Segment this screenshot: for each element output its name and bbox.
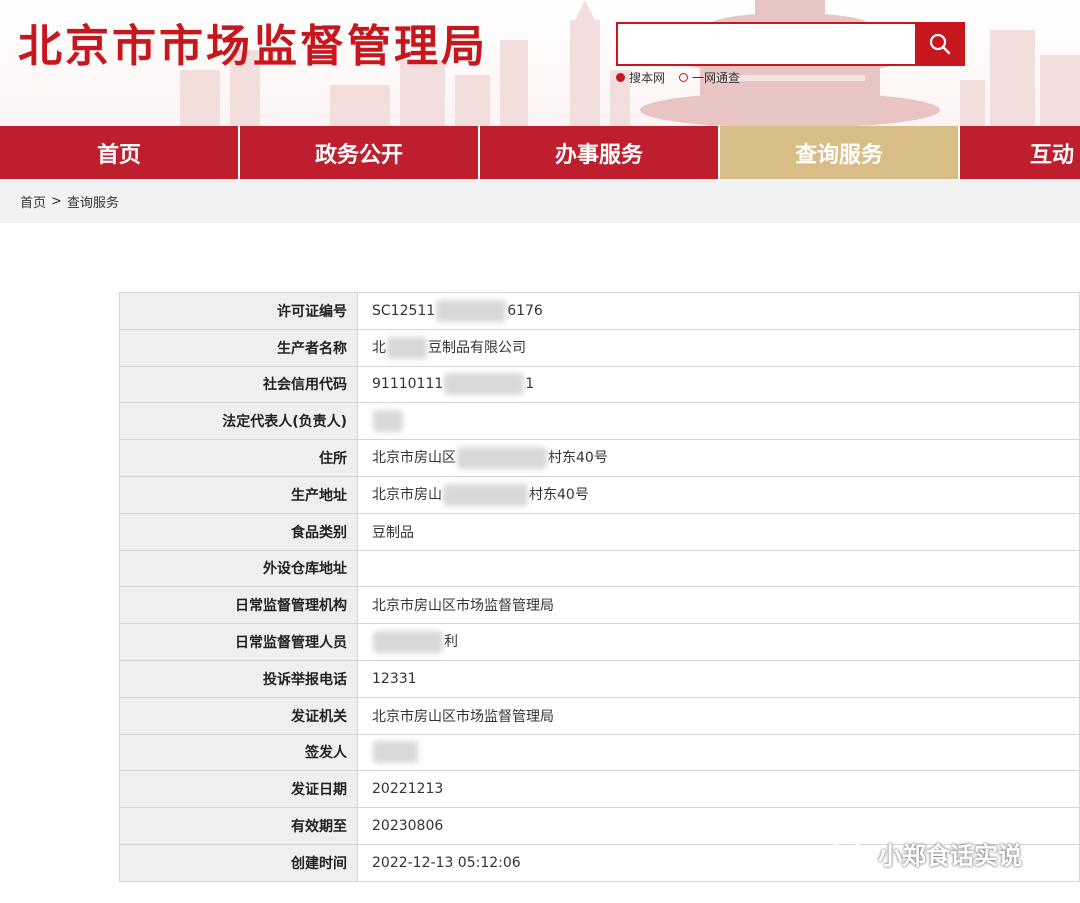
field-value: 北京市房山 村东40号 <box>357 475 1080 514</box>
field-value: SC12511 6176 <box>357 292 1080 330</box>
field-value-text: 北京市房山区市场监督管理局 <box>372 598 554 615</box>
field-label: 食品类别 <box>119 512 358 551</box>
field-value <box>357 733 1080 772</box>
field-value: 北京市房山区市场监督管理局 <box>357 696 1080 735</box>
field-value-text: 利 <box>444 634 458 651</box>
field-value-text: 豆制品有限公司 <box>428 339 526 356</box>
field-value-text: 北京市房山区 <box>372 450 456 467</box>
redaction-blur <box>387 336 427 359</box>
field-value: 豆制品 <box>357 512 1080 551</box>
field-value-text: 91110111 <box>372 376 444 393</box>
breadcrumb-home[interactable]: 首页 <box>20 192 46 211</box>
field-label: 外设仓库地址 <box>119 549 358 588</box>
table-row: 日常监督管理机构 北京市房山区市场监督管理局 <box>119 586 1080 625</box>
table-row: 签发人 <box>119 733 1080 772</box>
nav-item-interaction[interactable]: 互动 <box>960 126 1080 179</box>
table-row: 发证机关 北京市房山区市场监督管理局 <box>119 696 1080 735</box>
field-value-text: SC12511 <box>372 302 436 319</box>
breadcrumb-current[interactable]: 查询服务 <box>67 192 119 211</box>
field-value-text: 北京市房山 <box>372 486 442 503</box>
license-info-table: 许可证编号 SC12511 6176 生产者名称北豆制品有限公司 社会信用代码 91110… <box>119 292 1080 882</box>
search-icon <box>929 33 951 55</box>
table-row: 生产地址 北京市房山 村东40号 <box>119 475 1080 514</box>
field-value: 91110111 1 <box>357 365 1080 404</box>
field-value-text: 豆制品 <box>372 524 414 541</box>
field-label: 许可证编号 <box>119 292 358 330</box>
redaction-blur <box>444 373 525 396</box>
table-row: 食品类别 豆制品 <box>119 512 1080 551</box>
field-label: 法定代表人(负责人) <box>119 402 358 441</box>
nav-item-query[interactable]: 查询服务 <box>720 126 958 179</box>
field-value: 12331 <box>357 659 1080 698</box>
search-scope-site[interactable]: 搜本网 <box>616 69 665 86</box>
field-value-text: 村东40号 <box>529 486 589 503</box>
search-button[interactable] <box>915 22 965 66</box>
search-bar <box>616 22 965 66</box>
redaction-blur <box>436 299 507 322</box>
redaction-blur <box>373 631 443 654</box>
field-value <box>357 402 1080 441</box>
field-value-text: 12331 <box>372 670 417 687</box>
site-title: 北京市市场监督管理局 <box>18 21 488 72</box>
nav-item-gov-affairs[interactable]: 政务公开 <box>240 126 478 179</box>
table-row: 日常监督管理人员 利 <box>119 623 1080 661</box>
table-row: 外设仓库地址 <box>119 549 1080 588</box>
search-scope-all[interactable]: 一网通查 <box>679 69 740 86</box>
field-label: 发证机关 <box>119 696 358 735</box>
field-value: 北京市房山区 村东40号 <box>357 439 1080 477</box>
field-label: 住所 <box>119 439 358 477</box>
main-nav: 首页 政务公开 办事服务 查询服务 互动 <box>0 126 1080 179</box>
field-value: 利 <box>357 623 1080 661</box>
field-label: 投诉举报电话 <box>119 659 358 698</box>
table-row: 发证日期 20221213 <box>119 770 1080 809</box>
field-value: 北 豆制品有限公司 <box>357 328 1080 367</box>
field-label: 创建时间 <box>119 843 358 882</box>
redaction-blur <box>457 447 547 470</box>
field-value-text: 20221213 <box>372 781 444 798</box>
field-label: 生产者名称 <box>119 328 358 367</box>
redaction-blur <box>373 410 403 433</box>
table-row: 住所 北京市房山区 村东40号 <box>119 439 1080 477</box>
field-value-text: 村东40号 <box>548 450 608 467</box>
field-value-text: 1 <box>525 376 535 393</box>
field-value: 北京市房山区市场监督管理局 <box>357 586 1080 625</box>
field-label: 发证日期 <box>119 770 358 809</box>
radio-unchecked-icon <box>679 73 689 82</box>
radio-checked-icon <box>616 73 625 82</box>
search-input[interactable] <box>616 22 916 66</box>
breadcrumb: 首页 > 查询服务 <box>0 179 1080 223</box>
redaction-blur <box>443 483 528 506</box>
field-label: 社会信用代码 <box>119 365 358 404</box>
field-label: 签发人 <box>119 733 358 772</box>
field-label: 有效期至 <box>119 807 358 845</box>
field-label: 生产地址 <box>119 475 358 514</box>
field-value: 20221213 <box>357 770 1080 809</box>
field-value <box>357 549 1080 588</box>
table-row: 生产者名称北 豆制品有限公司 <box>119 328 1080 367</box>
table-row: 投诉举报电话 12331 <box>119 659 1080 698</box>
site-header: 北京市市场监督管理局 搜本网 一网通查 <box>0 0 1080 126</box>
breadcrumb-separator: > <box>51 193 62 209</box>
table-row: 法定代表人(负责人) <box>119 402 1080 441</box>
redaction-blur <box>373 741 418 764</box>
field-label: 日常监督管理人员 <box>119 623 358 661</box>
table-row: 社会信用代码 91110111 1 <box>119 365 1080 404</box>
field-value-text: 北京市房山区市场监督管理局 <box>372 708 554 725</box>
field-value-text: 20230806 <box>372 818 444 835</box>
nav-item-home[interactable]: 首页 <box>0 126 238 179</box>
field-value-text: 北 <box>372 339 386 356</box>
field-label: 日常监督管理机构 <box>119 586 358 625</box>
search-scope: 搜本网 一网通查 <box>616 69 740 86</box>
watermark: 小郑食话实说 <box>832 836 1022 871</box>
field-value-text: 6176 <box>507 302 543 319</box>
nav-item-services[interactable]: 办事服务 <box>480 126 718 179</box>
field-value-text: 2022-12-13 05:12:06 <box>372 854 521 871</box>
table-row: 许可证编号 SC12511 6176 <box>119 292 1080 330</box>
wechat-icon <box>832 838 872 868</box>
